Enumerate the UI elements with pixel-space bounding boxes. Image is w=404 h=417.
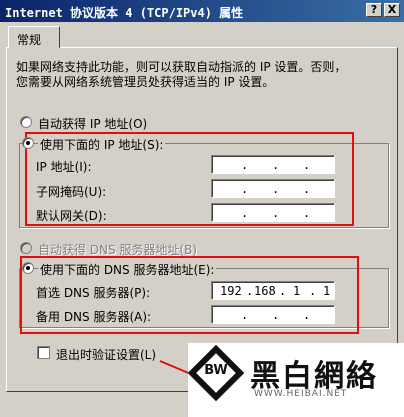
window-title: Internet 协议版本 4 (TCP/IPv4) 属性 [5, 6, 244, 20]
radio-dns-auto[interactable] [20, 242, 32, 254]
help-button[interactable]: ? [366, 3, 382, 17]
ip-address-label: IP 地址(I): [36, 160, 92, 174]
alternate-dns-label: 备用 DNS 服务器(A): [36, 310, 152, 324]
ip-auto-label[interactable]: 自动获得 IP 地址(O) [38, 115, 147, 132]
validate-label[interactable]: 退出时验证设置(L) [56, 346, 156, 363]
subnet-mask-field[interactable]: . . . [211, 179, 335, 198]
dns-manual-label[interactable]: 使用下面的 DNS 服务器地址(E): [38, 261, 217, 278]
intro-text-line2: 您需要从网络系统管理员处获得适当的 IP 设置。 [16, 75, 275, 89]
gateway-label: 默认网关(D): [36, 209, 107, 223]
preferred-dns-field[interactable]: 192 . 168 . 1 . 1 [211, 281, 335, 300]
tab-general[interactable]: 常规 [8, 26, 60, 48]
radio-ip-auto[interactable] [20, 116, 32, 128]
validate-checkbox[interactable] [37, 346, 50, 359]
gateway-field[interactable]: . . . [211, 203, 335, 222]
subnet-mask-label: 子网掩码(U): [36, 185, 107, 199]
title-bar: Internet 协议版本 4 (TCP/IPv4) 属性 [0, 0, 404, 22]
ip-address-field[interactable]: . . . [211, 155, 335, 174]
ip-manual-label[interactable]: 使用下面的 IP 地址(S): [38, 136, 166, 153]
radio-ip-manual[interactable] [22, 137, 34, 149]
preferred-dns-label: 首选 DNS 服务器(P): [36, 286, 151, 300]
watermark-logo: BW 黑白網絡 WWW.HEIBAI.NET [187, 343, 404, 417]
radio-dns-manual[interactable] [22, 262, 34, 274]
alternate-dns-field[interactable]: . . . [211, 305, 335, 324]
close-button[interactable]: X [384, 3, 400, 17]
